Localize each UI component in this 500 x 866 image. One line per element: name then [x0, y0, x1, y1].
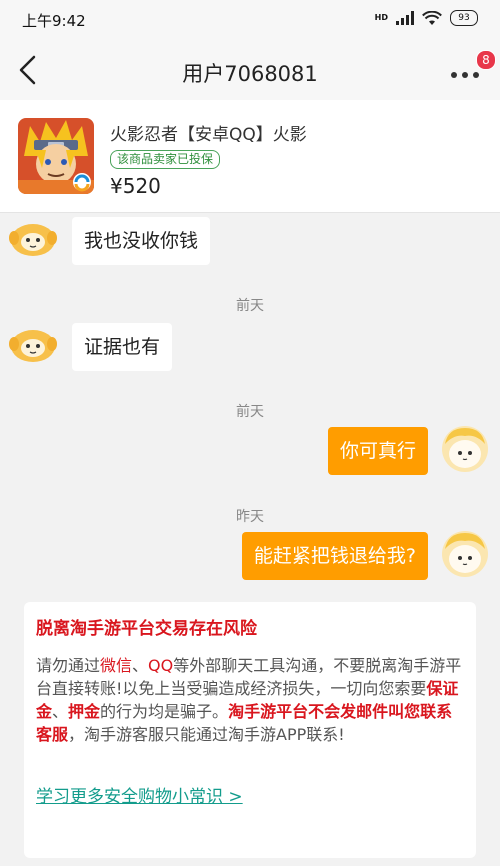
message-bubble[interactable]: 你可真行 — [327, 427, 428, 475]
message-timestamp: 前天 — [236, 404, 264, 420]
user-avatar[interactable] — [440, 424, 490, 474]
wifi-icon — [422, 10, 442, 25]
warning-text: 请勿通过 — [36, 656, 101, 675]
warning-title: 脱离淘手游平台交易存在风险 — [36, 619, 257, 639]
warning-text-highlight: QQ — [148, 656, 174, 675]
safety-tips-link[interactable]: 学习更多安全购物小常识 > — [36, 782, 243, 807]
notification-badge: 8 — [476, 50, 496, 70]
warning-text: 、 — [52, 702, 69, 721]
page-title: 用户7068081 — [182, 62, 318, 86]
product-card[interactable]: 火影忍者【安卓QQ】火影 该商品卖家已投保 ¥520 — [0, 100, 500, 213]
product-title: 火影忍者【安卓QQ】火影 — [110, 125, 307, 145]
risk-warning-card: 脱离淘手游平台交易存在风险 请勿通过微信、QQ等外部聊天工具沟通，不要脱离淘手游… — [24, 602, 476, 858]
product-thumbnail[interactable] — [18, 118, 94, 194]
seller-avatar[interactable] — [8, 320, 58, 370]
network-label: HD — [374, 13, 388, 22]
message-bubble[interactable]: 证据也有 — [72, 323, 173, 371]
signal-icon — [396, 11, 414, 25]
user-avatar-icon — [442, 531, 488, 577]
message-bubble[interactable]: 能赶紧把钱退给我? — [241, 532, 428, 580]
game-character-image — [18, 118, 94, 194]
warning-text-highlight: 微信 — [100, 656, 133, 675]
warning-text: ，淘手游客服只能通过淘手游APP联系! — [68, 725, 345, 744]
user-avatar-icon — [442, 426, 488, 472]
status-icons: HD 93 — [375, 10, 478, 26]
message-timestamp: 昨天 — [236, 509, 264, 525]
warning-text: 、 — [132, 656, 149, 675]
warning-text-highlight: 押金 — [68, 702, 101, 721]
status-time: 上午9:42 — [22, 12, 86, 30]
warning-text: 的行为均是骗子。 — [100, 702, 229, 721]
battery-icon: 93 — [450, 10, 478, 26]
seller-avatar-icon — [9, 224, 57, 256]
warning-body: 请勿通过微信、QQ等外部聊天工具沟通，不要脱离淘手游平台直接转账!以免上当受骗造… — [36, 654, 462, 746]
product-price: ¥520 — [110, 174, 161, 198]
message-bubble[interactable]: 我也没收你钱 — [72, 217, 211, 265]
nav-bar: 用户7068081 8 — [0, 40, 500, 100]
message-timestamp: 前天 — [236, 298, 264, 314]
seller-avatar[interactable] — [8, 214, 58, 264]
status-bar: 上午9:42 HD 93 — [0, 0, 500, 40]
seller-avatar-icon — [9, 330, 57, 362]
user-avatar[interactable] — [440, 529, 490, 579]
insured-badge: 该商品卖家已投保 — [110, 150, 221, 169]
